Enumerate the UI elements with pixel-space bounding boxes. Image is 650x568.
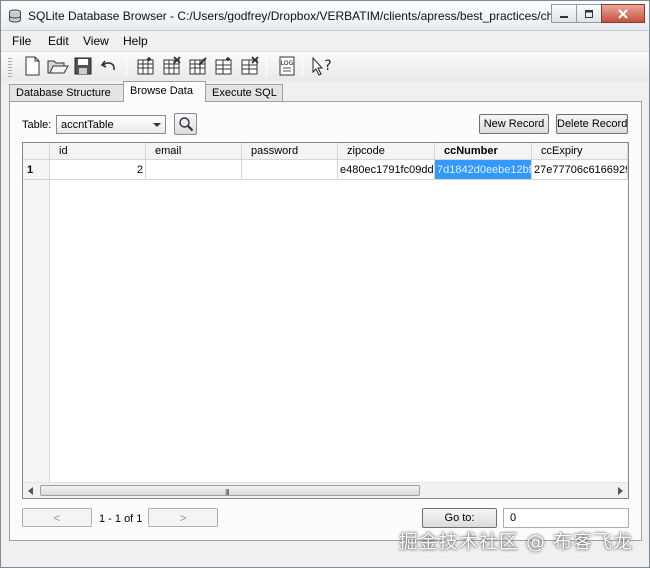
search-icon [178, 117, 193, 132]
save-icon [74, 57, 92, 75]
find-button[interactable] [174, 113, 197, 135]
table-cell-password[interactable] [242, 160, 338, 180]
column-header-ccexpiry[interactable]: ccExpiry [532, 143, 628, 160]
app-window: SQLite Database Browser - C:/Users/godfr… [0, 0, 650, 568]
column-header-password[interactable]: password [242, 143, 338, 160]
browse-data-panel: Table: accntTable New Record Delete Reco… [9, 101, 642, 541]
delete-record-button[interactable]: Delete Record [556, 114, 628, 134]
open-database-icon [47, 60, 69, 74]
close-button[interactable] [601, 4, 645, 23]
delete-index-icon [241, 56, 259, 75]
goto-record-input[interactable]: 0 [503, 508, 629, 528]
horizontal-scrollbar[interactable]: III [23, 482, 628, 498]
close-icon [618, 8, 628, 19]
table-select-value: accntTable [61, 119, 114, 131]
table-select[interactable]: accntTable [56, 115, 166, 134]
undo-icon [100, 60, 115, 71]
log-icon-label: LOG [281, 60, 294, 67]
column-header-email[interactable]: email [146, 143, 242, 160]
menu-edit[interactable]: Edit [48, 34, 69, 48]
chevron-down-icon [153, 123, 161, 127]
tab-execute-sql[interactable]: Execute SQL [205, 84, 283, 101]
log-window-button[interactable]: LOG [276, 55, 298, 77]
grid-corner[interactable] [23, 143, 50, 160]
column-header-id[interactable]: id [50, 143, 146, 160]
modify-table-button[interactable] [187, 55, 209, 77]
svg-text:?: ? [324, 58, 331, 74]
open-database-button[interactable] [47, 55, 69, 77]
table-cell-zipcode[interactable]: e480ec1791fc09dda [338, 160, 435, 180]
next-page-button[interactable]: > [148, 508, 218, 527]
create-table-icon [137, 57, 154, 75]
scroll-left-button[interactable] [23, 483, 39, 498]
delete-table-button[interactable] [161, 55, 183, 77]
tab-browse-data[interactable]: Browse Data [123, 81, 206, 102]
menu-file[interactable]: File [12, 34, 31, 48]
new-record-button[interactable]: New Record [479, 114, 549, 134]
record-position-text: 1 - 1 of 1 [99, 513, 143, 525]
table-label: Table: [22, 119, 52, 131]
create-table-button[interactable] [135, 55, 157, 77]
scroll-right-button[interactable] [612, 483, 628, 498]
table-cell-ccexpiry[interactable]: 27e77706c6166929 [532, 160, 628, 180]
title-bar[interactable]: SQLite Database Browser - C:/Users/godfr… [1, 1, 649, 31]
toolbar: LOG ? [1, 51, 649, 81]
create-index-button[interactable] [213, 55, 235, 77]
toolbar-separator [266, 56, 267, 76]
delete-index-button[interactable] [239, 55, 261, 77]
scrollbar-thumb[interactable]: III [40, 485, 420, 497]
row-header[interactable]: 1 [23, 160, 50, 180]
table-cell-email[interactable] [146, 160, 242, 180]
delete-table-icon [163, 56, 181, 75]
scrollbar-grip: III [225, 488, 230, 497]
log-window-icon: LOG [279, 56, 295, 76]
table-cell-id[interactable]: 2 [50, 160, 146, 180]
column-header-ccnumber[interactable]: ccNumber [435, 143, 532, 160]
chevron-right-icon [618, 486, 623, 495]
data-grid[interactable]: id email password zipcode ccNumber ccExp… [22, 142, 629, 499]
toolbar-separator [126, 56, 127, 76]
watermark: 掘金技术社区 @ 布客飞龙 [398, 531, 633, 553]
toolbar-separator [302, 56, 303, 76]
minimize-icon [560, 15, 568, 18]
window-title: SQLite Database Browser - C:/Users/godfr… [28, 9, 564, 23]
table-cell-ccnumber[interactable]: 7d1842d0eebe12bf [435, 160, 532, 180]
maximize-icon [585, 9, 593, 18]
create-index-icon [215, 57, 232, 75]
menu-bar: File Edit View Help [1, 32, 649, 51]
previous-page-button[interactable]: < [22, 508, 92, 527]
tab-database-structure[interactable]: Database Structure [9, 84, 124, 101]
menu-view[interactable]: View [83, 34, 109, 48]
goto-button[interactable]: Go to: [422, 508, 497, 528]
undo-button[interactable] [98, 55, 120, 77]
minimize-button[interactable] [551, 4, 577, 23]
new-database-button[interactable] [21, 55, 43, 77]
database-icon [8, 9, 22, 23]
menu-help[interactable]: Help [123, 34, 148, 48]
modify-table-icon [189, 57, 207, 75]
toolbar-grip[interactable] [8, 58, 12, 78]
whats-this-button[interactable]: ? [311, 55, 333, 77]
save-button[interactable] [72, 55, 94, 77]
maximize-button[interactable] [576, 4, 602, 23]
row-header-area [23, 180, 50, 483]
new-database-icon [25, 56, 40, 76]
column-header-zipcode[interactable]: zipcode [338, 143, 435, 160]
chevron-left-icon [28, 486, 33, 495]
whats-this-icon: ? [312, 56, 332, 76]
